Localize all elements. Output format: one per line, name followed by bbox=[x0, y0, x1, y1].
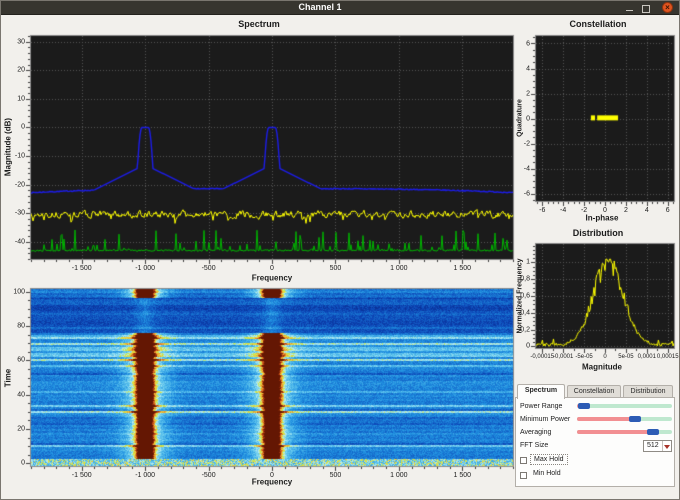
constellation-tick-label: -6 bbox=[523, 190, 530, 197]
window-title: Channel 1 bbox=[298, 2, 342, 12]
waterfall-tick-label: 80 bbox=[17, 322, 25, 330]
waterfall-plot[interactable] bbox=[24, 282, 520, 473]
slider-fill bbox=[577, 417, 633, 421]
waterfall-tick-label: -1 000 bbox=[135, 472, 156, 479]
spectrum-tick-label: -10 bbox=[14, 152, 25, 160]
constellation-plot[interactable] bbox=[529, 29, 679, 208]
spectrum-tick-label: -20 bbox=[14, 181, 25, 189]
distribution-tick-label: 0,00015 bbox=[656, 354, 679, 360]
distribution-tick-label: -0,0001 bbox=[552, 354, 574, 360]
constellation-tick-label: 2 bbox=[623, 207, 628, 214]
spectrum-tick-label: 1 000 bbox=[390, 265, 408, 272]
spectrum-tick-label: -40 bbox=[14, 238, 25, 246]
distribution-tick-label: 0,8 bbox=[520, 275, 530, 283]
waterfall-tick-label: 60 bbox=[17, 356, 25, 364]
spectrum-tick-label: 0 bbox=[21, 123, 25, 131]
min-hold-label: Min Hold bbox=[533, 470, 561, 477]
constellation-tick-label: -2 bbox=[523, 140, 530, 147]
minimum-power-label: Minimum Power bbox=[520, 416, 571, 423]
waterfall-tick-label: 40 bbox=[17, 391, 25, 399]
spectrum-tick-label: -1 500 bbox=[71, 265, 92, 272]
constellation-title: Constellation bbox=[569, 19, 627, 29]
constellation-tick-label: 4 bbox=[526, 65, 530, 72]
distribution-tick-label: 0 bbox=[603, 354, 607, 360]
spectrum-tick-label: -1 000 bbox=[135, 265, 156, 272]
constellation-tick-label: -6 bbox=[539, 207, 546, 214]
distribution-tick-label: 5e-05 bbox=[618, 354, 634, 360]
distribution-tick-label: 1 bbox=[526, 258, 530, 266]
waterfall-tick-label: -500 bbox=[201, 472, 216, 479]
spectrum-title: Spectrum bbox=[238, 19, 280, 29]
distribution-tick-label: -0,00015 bbox=[530, 354, 555, 360]
waterfall-tick-label: -1 500 bbox=[71, 472, 92, 479]
waterfall-tick-label: 0 bbox=[270, 472, 274, 479]
constellation-tick-label: 0 bbox=[526, 115, 530, 122]
spectrum-tick-label: 20 bbox=[17, 66, 25, 74]
window-titlebar[interactable]: Channel 1 bbox=[1, 1, 679, 15]
min-hold-checkbox[interactable] bbox=[520, 472, 527, 479]
constellation-tick-label: 6 bbox=[526, 40, 530, 47]
waterfall-tick-label: 1 500 bbox=[453, 472, 472, 479]
spectrum-tick-label: 500 bbox=[329, 265, 342, 272]
distribution-x-axis-label: Magnitude bbox=[582, 362, 622, 372]
fft-size-label: FFT Size bbox=[520, 442, 549, 449]
spectrum-tick-label: 0 bbox=[270, 265, 274, 272]
minimize-icon[interactable] bbox=[624, 3, 635, 13]
waterfall-tick-label: 20 bbox=[17, 425, 25, 433]
constellation-tick-label: 2 bbox=[526, 90, 530, 97]
fft-size-select[interactable]: 512 bbox=[643, 440, 672, 452]
spectrum-plot[interactable] bbox=[24, 29, 520, 266]
spectrum-tick-label: -500 bbox=[201, 265, 216, 272]
power-range-slider[interactable] bbox=[577, 403, 672, 409]
spectrum-tick-label: 30 bbox=[17, 38, 25, 46]
constellation-tick-label: 6 bbox=[665, 207, 670, 214]
waterfall-y-axis-label: Time bbox=[3, 368, 13, 388]
spectrum-y-axis-label: Magnitude (dB) bbox=[3, 117, 13, 177]
app-window: Channel 1 Spectrum Magnitude (dB) Freque… bbox=[0, 0, 680, 500]
constellation-tick-label: -4 bbox=[560, 207, 567, 214]
tab-spectrum[interactable]: Spectrum bbox=[517, 384, 565, 399]
constellation-tick-label: -4 bbox=[523, 165, 530, 172]
slider-handle[interactable] bbox=[647, 429, 659, 435]
waterfall-tick-label: 500 bbox=[329, 472, 342, 479]
constellation-tick-label: 0 bbox=[603, 207, 607, 214]
distribution-tick-label: 0,0001 bbox=[637, 354, 656, 360]
maximize-icon[interactable] bbox=[640, 3, 651, 13]
power-range-label: Power Range bbox=[520, 403, 563, 410]
max-hold-checkbox[interactable] bbox=[520, 457, 527, 464]
spectrum-tick-label: 10 bbox=[17, 95, 25, 103]
spectrum-tick-label: -30 bbox=[14, 209, 25, 217]
distribution-tick-label: 0,6 bbox=[520, 292, 530, 300]
dropdown-arrow-icon[interactable] bbox=[662, 441, 670, 451]
spectrum-tick-label: 1 500 bbox=[453, 265, 472, 272]
constellation-tick-label: -2 bbox=[580, 207, 588, 214]
distribution-tick-label: 0,4 bbox=[520, 309, 530, 317]
slider-fill bbox=[577, 430, 651, 434]
slider-handle[interactable] bbox=[628, 416, 641, 422]
waterfall-tick-label: 0 bbox=[21, 459, 25, 467]
averaging-label: Averaging bbox=[520, 429, 552, 436]
constellation-x-axis-label: In-phase bbox=[585, 213, 619, 223]
distribution-tick-label: 0 bbox=[526, 342, 530, 350]
fft-size-value: 512 bbox=[647, 442, 659, 449]
minimum-power-slider[interactable] bbox=[577, 416, 672, 422]
averaging-slider[interactable] bbox=[577, 429, 672, 435]
slider-handle[interactable] bbox=[577, 403, 590, 409]
constellation-tick-label: 4 bbox=[644, 207, 649, 214]
slider-track bbox=[577, 404, 672, 408]
distribution-plot[interactable] bbox=[529, 237, 679, 355]
close-icon[interactable] bbox=[662, 2, 673, 13]
waterfall-tick-label: 1 000 bbox=[390, 472, 408, 479]
waterfall-tick-label: 100 bbox=[13, 288, 25, 296]
max-hold-label: Max Hold bbox=[530, 454, 568, 465]
distribution-tick-label: -5e-05 bbox=[575, 354, 593, 360]
distribution-tick-label: 0,2 bbox=[520, 326, 530, 334]
